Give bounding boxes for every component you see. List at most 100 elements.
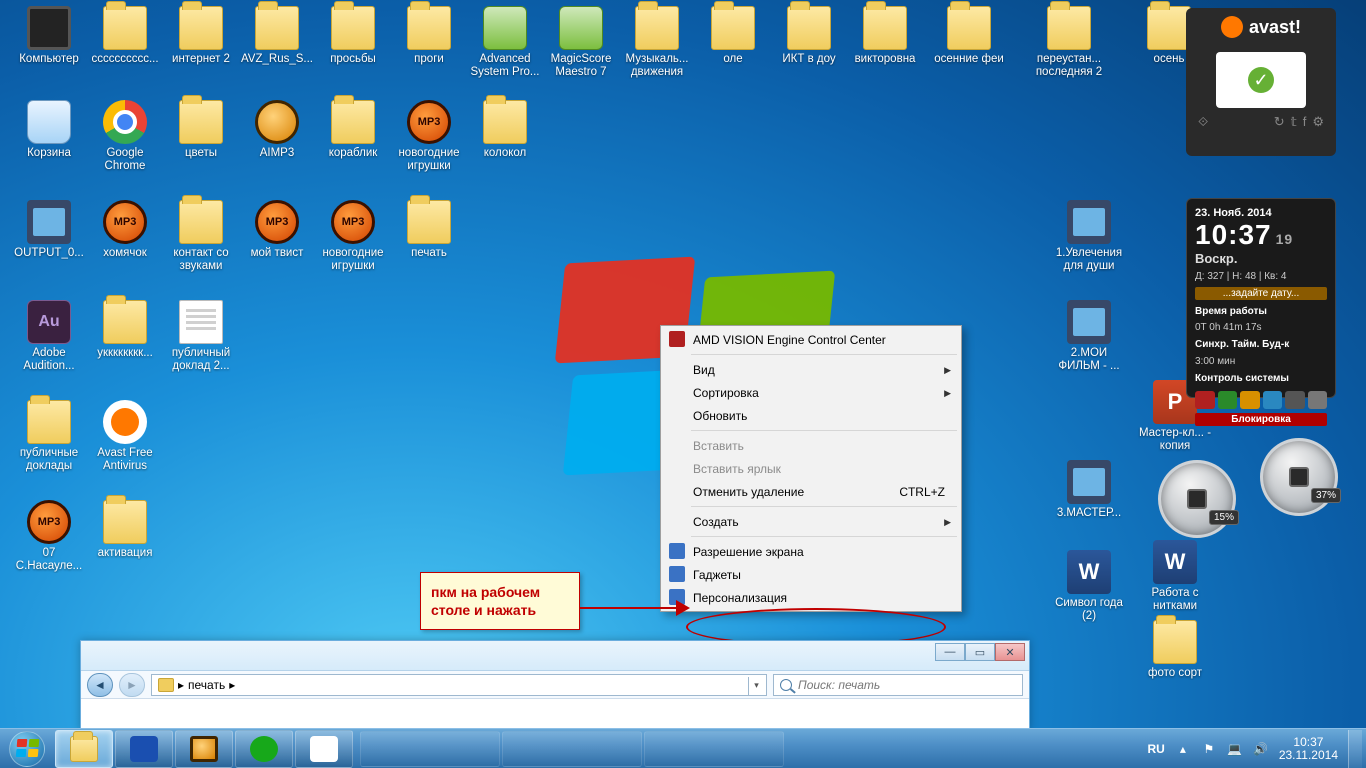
desktop-icon[interactable]: MP307 С.Насауле... xyxy=(10,500,88,573)
desktop-icon[interactable]: 3.МАСТЕР... xyxy=(1050,460,1128,520)
context-menu-item[interactable]: Сортировка▶ xyxy=(663,381,959,404)
gadget-handle-icon[interactable]: ⟐ xyxy=(1198,114,1208,130)
desktop-icon[interactable]: просьбы xyxy=(314,6,392,66)
tray-clock[interactable]: 10:37 23.11.2014 xyxy=(1279,736,1338,762)
context-menu-item[interactable]: Обновить xyxy=(663,404,959,427)
desktop-icon[interactable]: контакт со звуками xyxy=(162,200,240,273)
desktop-icon[interactable]: AIMP3 xyxy=(238,100,316,160)
desktop-icon[interactable]: переустан... последняя 2 xyxy=(1030,6,1108,79)
taskbar-app[interactable] xyxy=(295,730,353,768)
desktop-icon[interactable]: 2.МОЙ ФИЛЬМ - ... xyxy=(1050,300,1128,373)
taskbar-window-item[interactable] xyxy=(360,731,500,767)
desktop-icon[interactable]: MP3мой твист xyxy=(238,200,316,260)
context-menu-item[interactable]: Разрешение экрана xyxy=(663,540,959,563)
desktop-icon[interactable]: AuAdobe Audition... xyxy=(10,300,88,373)
menu-shortcut: CTRL+Z xyxy=(899,485,945,499)
explorer-titlebar[interactable]: — ▭ ✕ xyxy=(81,641,1029,671)
desktop-icon[interactable]: цветы xyxy=(162,100,240,160)
show-desktop-button[interactable] xyxy=(1348,730,1362,768)
desktop-icon[interactable]: MagicScore Maestro 7 xyxy=(542,6,620,79)
taskbar[interactable]: RU ▴ ⚑ 💻 🔊 10:37 23.11.2014 xyxy=(0,728,1366,768)
desktop-icon[interactable]: оле xyxy=(694,6,772,66)
context-menu-item[interactable]: AMD VISION Engine Control Center xyxy=(663,328,959,351)
cpu-meter-gadget[interactable]: 15% xyxy=(1158,460,1236,538)
facebook-icon[interactable]: f xyxy=(1303,114,1307,130)
desktop-icon-label: Google Chrome xyxy=(86,147,164,173)
tray-chevron-icon[interactable]: ▴ xyxy=(1175,741,1191,757)
breadcrumb-dropdown[interactable]: ▾ xyxy=(748,677,764,695)
avast-gadget[interactable]: avast! ✓ ⟐ ↻ 𝕥 f ⚙ xyxy=(1186,8,1336,156)
ram-meter-gadget[interactable]: 37% xyxy=(1260,438,1338,516)
taskbar-window-item[interactable] xyxy=(644,731,784,767)
taskbar-aimp[interactable] xyxy=(175,730,233,768)
refresh-icon[interactable]: ↻ xyxy=(1274,114,1285,130)
context-menu-item[interactable]: Создать▶ xyxy=(663,510,959,533)
desktop-icon[interactable]: Компьютер xyxy=(10,6,88,66)
tray-action-center-icon[interactable]: ⚑ xyxy=(1201,741,1217,757)
desktop-icon[interactable]: MP3хомячок xyxy=(86,200,164,260)
desktop-icon[interactable]: викторовна xyxy=(846,6,924,66)
taskbar-mailru[interactable] xyxy=(235,730,293,768)
desktop-icon[interactable]: Avast Free Antivirus xyxy=(86,400,164,473)
gadget-time: 10:3719 xyxy=(1195,219,1327,251)
desktop-icon[interactable]: Корзина xyxy=(10,100,88,160)
maximize-button[interactable]: ▭ xyxy=(965,643,995,661)
taskbar-explorer[interactable] xyxy=(55,730,113,768)
context-menu-item[interactable]: Отменить удалениеCTRL+Z xyxy=(663,480,959,503)
menu-item-icon xyxy=(669,566,685,582)
desktop-icon[interactable]: WСимвол года (2) xyxy=(1050,550,1128,623)
start-button[interactable] xyxy=(0,729,54,768)
desktop-icon-label: AIMP3 xyxy=(238,147,316,160)
nav-forward-button[interactable]: ► xyxy=(119,673,145,697)
folder-icon xyxy=(407,6,451,50)
desktop-icon-label: активация xyxy=(86,547,164,560)
nav-back-button[interactable]: ◄ xyxy=(87,673,113,697)
desktop-icon[interactable]: кораблик xyxy=(314,100,392,160)
tray-volume-icon[interactable]: 🔊 xyxy=(1253,741,1269,757)
desktop-icon[interactable]: колокол xyxy=(466,100,544,160)
desktop-icon[interactable]: осенние феи xyxy=(930,6,1008,66)
desktop-icon[interactable]: Advanced System Pro... xyxy=(466,6,544,79)
gadget-lock[interactable]: Блокировка xyxy=(1195,413,1327,426)
desktop-icon[interactable]: публичный доклад 2... xyxy=(162,300,240,373)
folder-icon xyxy=(407,200,451,244)
context-menu-item[interactable]: Персонализация xyxy=(663,586,959,609)
desktop-icon[interactable]: публичные доклады xyxy=(10,400,88,473)
desktop-icon[interactable]: OUTPUT_0... xyxy=(10,200,88,260)
desktop-icon[interactable]: сссссссссс... xyxy=(86,6,164,66)
video-icon xyxy=(1067,300,1111,344)
desktop-icon-label: проги xyxy=(390,53,468,66)
desktop-icon[interactable]: фото сорт xyxy=(1136,620,1214,680)
explorer-search-input[interactable]: Поиск: печать xyxy=(773,674,1023,696)
context-menu-item[interactable]: Гаджеты xyxy=(663,563,959,586)
desktop-icon[interactable]: интернет 2 xyxy=(162,6,240,66)
minimize-button[interactable]: — xyxy=(935,643,965,661)
clock-gadget[interactable]: 23. Нояб. 2014 10:3719 Воскр. Д: 327 | Н… xyxy=(1186,198,1336,398)
desktop-icon[interactable]: MP3новогодние игрушки xyxy=(390,100,468,173)
explorer-window[interactable]: — ▭ ✕ ◄ ► ▸ печать ▸ ▾ Поиск: печать xyxy=(80,640,1030,730)
desktop-icon[interactable]: WРабота с нитками xyxy=(1136,540,1214,613)
desktop-icon[interactable]: MP3новогодние игрушки xyxy=(314,200,392,273)
context-menu-item[interactable]: Вид▶ xyxy=(663,358,959,381)
breadcrumb[interactable]: ▸ печать ▸ ▾ xyxy=(151,674,767,696)
close-button[interactable]: ✕ xyxy=(995,643,1025,661)
twitter-icon[interactable]: 𝕥 xyxy=(1291,114,1297,130)
desktop-icon[interactable]: AVZ_Rus_S... xyxy=(238,6,316,66)
desktop-icon[interactable]: ИКТ в доу xyxy=(770,6,848,66)
taskbar-maxthon[interactable] xyxy=(115,730,173,768)
taskbar-window-item[interactable] xyxy=(502,731,642,767)
tray-network-icon[interactable]: 💻 xyxy=(1227,741,1243,757)
desktop-icon[interactable]: проги xyxy=(390,6,468,66)
desktop-icon[interactable]: Музыкаль... движения xyxy=(618,6,696,79)
desktop-icon-label: интернет 2 xyxy=(162,53,240,66)
settings-icon[interactable]: ⚙ xyxy=(1312,114,1324,130)
desktop-icon-label: переустан... последняя 2 xyxy=(1030,53,1108,79)
desktop-icon[interactable]: 1.Увлечения для души xyxy=(1050,200,1128,273)
desktop-icon[interactable]: Google Chrome xyxy=(86,100,164,173)
desktop-icon[interactable]: печать xyxy=(390,200,468,260)
mp3-icon: MP3 xyxy=(103,200,147,244)
desktop-icon[interactable]: активация xyxy=(86,500,164,560)
language-indicator[interactable]: RU xyxy=(1147,742,1164,756)
desktop-context-menu[interactable]: AMD VISION Engine Control Center Вид▶Сорт… xyxy=(660,325,962,612)
desktop-icon[interactable]: укккккккк... xyxy=(86,300,164,360)
